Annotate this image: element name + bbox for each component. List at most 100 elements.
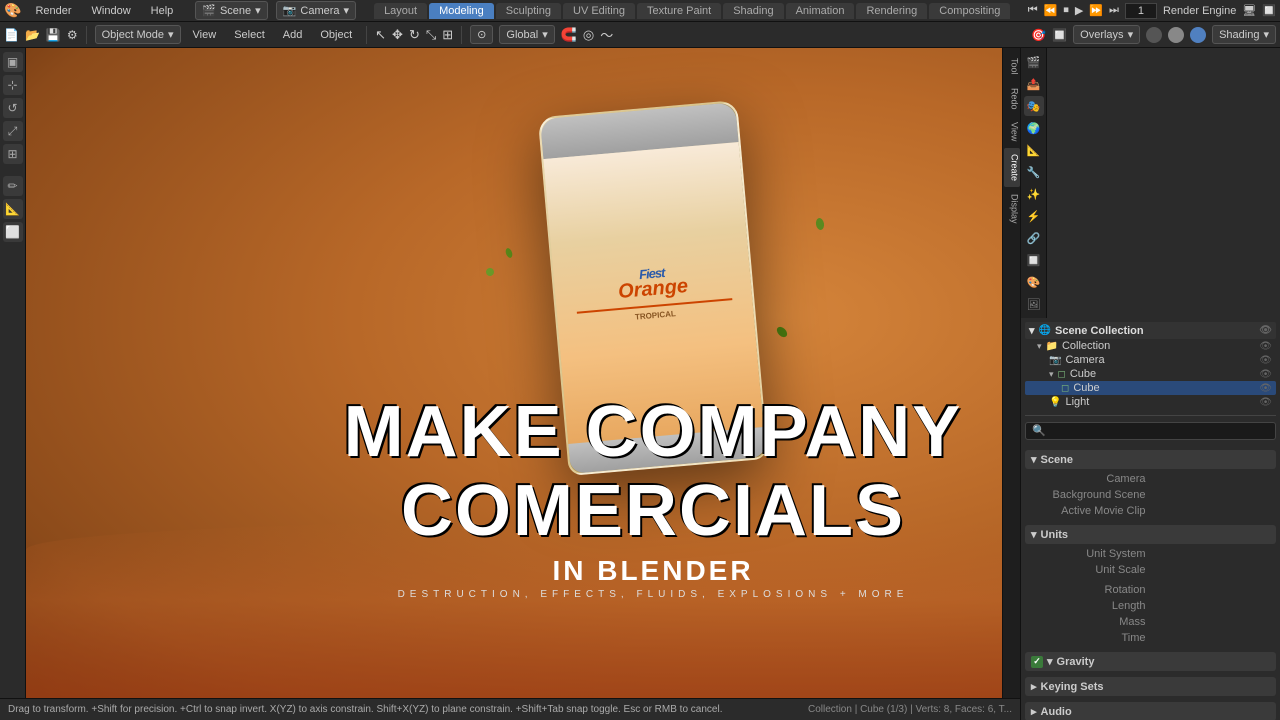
- tab-compositing[interactable]: Compositing: [929, 3, 1010, 19]
- scale-tool[interactable]: ⤢: [3, 121, 23, 141]
- menu-select[interactable]: Select: [228, 27, 271, 43]
- overlay-icon[interactable]: 🔲: [1052, 28, 1067, 42]
- collection-item[interactable]: ▾ 📁 Collection 👁: [1025, 339, 1276, 353]
- scene-selector[interactable]: 🎬 Scene ▾: [195, 1, 267, 20]
- gizmo-icon[interactable]: 🎯: [1031, 28, 1046, 42]
- viewport-render-material[interactable]: [1168, 27, 1184, 43]
- length-label: Length: [1033, 600, 1152, 612]
- move-tool-icon[interactable]: ✥: [392, 27, 403, 43]
- scene-collection-eye[interactable]: 👁: [1259, 325, 1272, 336]
- separator-1: [86, 26, 87, 44]
- cube-child-item[interactable]: ◻ Cube 👁: [1025, 381, 1276, 395]
- constraint-props-icon[interactable]: 🔗: [1024, 228, 1044, 248]
- output-props-icon[interactable]: 📤: [1024, 74, 1044, 94]
- move-tool[interactable]: ⊹: [3, 75, 23, 95]
- light-tree-eye[interactable]: 👁: [1259, 397, 1272, 408]
- tab-display[interactable]: Display: [1004, 188, 1020, 230]
- new-file-icon[interactable]: 📄: [4, 28, 19, 42]
- jump-end-btn[interactable]: ⏭: [1109, 4, 1119, 17]
- collection-eye[interactable]: 👁: [1259, 341, 1272, 352]
- material-props-icon[interactable]: 🎨: [1024, 272, 1044, 292]
- modifier-props-icon[interactable]: 🔧: [1024, 162, 1044, 182]
- scene-collection-header[interactable]: ▾ 🌐 Scene Collection 👁: [1025, 322, 1276, 339]
- units-section-header[interactable]: ▾ Units: [1025, 525, 1276, 544]
- camera-tree-eye[interactable]: 👁: [1259, 355, 1272, 366]
- pivot-selector[interactable]: ⊙: [470, 25, 493, 44]
- tab-uv-editing[interactable]: UV Editing: [563, 3, 635, 19]
- transform-tool[interactable]: ⊞: [3, 144, 23, 164]
- texture-props-icon[interactable]: 🖼: [1024, 294, 1044, 314]
- overlays-selector[interactable]: Overlays ▾: [1073, 25, 1140, 44]
- tab-shading[interactable]: Shading: [723, 3, 783, 19]
- world-props-icon[interactable]: 🌍: [1024, 118, 1044, 138]
- viewport-render-solid[interactable]: [1146, 27, 1162, 43]
- right-panel-content: ▾ 🌐 Scene Collection 👁 ▾ 📁 Collection 👁 …: [1021, 318, 1280, 720]
- tab-create[interactable]: Create: [1004, 148, 1020, 187]
- viewport-render-rendered[interactable]: [1190, 27, 1206, 43]
- prev-keyframe-btn[interactable]: ⏪: [1044, 4, 1058, 17]
- camera-selector[interactable]: 📷 Camera ▾: [276, 1, 356, 20]
- tab-texture-paint[interactable]: Texture Paint: [637, 3, 721, 19]
- time-label: Time: [1033, 632, 1152, 644]
- collection-label: Collection: [1062, 340, 1110, 352]
- settings-icon[interactable]: ⚙: [67, 28, 78, 42]
- measure-tool[interactable]: 📐: [3, 199, 23, 219]
- camera-tree-item[interactable]: 📷 Camera 👁: [1025, 353, 1276, 367]
- scale-tool-icon[interactable]: ⤡: [426, 27, 436, 43]
- next-keyframe-btn[interactable]: ⏩: [1089, 4, 1103, 17]
- gravity-header[interactable]: ✓ ▾ Gravity: [1025, 652, 1276, 671]
- light-tree-item[interactable]: 💡 Light 👁: [1025, 395, 1276, 409]
- tab-animation[interactable]: Animation: [786, 3, 855, 19]
- stop-btn[interactable]: ⏹: [1063, 4, 1069, 17]
- tab-view[interactable]: View: [1004, 116, 1020, 147]
- tab-sculpting[interactable]: Sculpting: [496, 3, 561, 19]
- orientation-selector[interactable]: Global ▾: [499, 25, 554, 44]
- curve-icon[interactable]: 〜: [600, 25, 613, 44]
- rotate-tool-icon[interactable]: ↻: [409, 27, 420, 43]
- main-area: ▣ ⊹ ↺ ⤢ ⊞ ✏ 📐 ⬜: [0, 48, 1280, 720]
- render-props-icon[interactable]: 🎬: [1024, 52, 1044, 72]
- annotate-tool[interactable]: ✏: [3, 176, 23, 196]
- menu-object[interactable]: Object: [314, 27, 358, 43]
- particles-props-icon[interactable]: ✨: [1024, 184, 1044, 204]
- frame-input[interactable]: [1125, 3, 1157, 19]
- data-props-icon[interactable]: 🔲: [1024, 250, 1044, 270]
- cube-child-eye[interactable]: 👁: [1259, 383, 1272, 394]
- rotate-tool[interactable]: ↺: [3, 98, 23, 118]
- open-file-icon[interactable]: 📂: [25, 28, 40, 42]
- mode-selector[interactable]: Object Mode ▾: [95, 25, 181, 44]
- select-box-tool[interactable]: ▣: [3, 52, 23, 72]
- tab-rendering[interactable]: Rendering: [856, 3, 927, 19]
- save-icon[interactable]: 💾: [46, 28, 61, 42]
- shading-selector[interactable]: Shading ▾: [1212, 25, 1276, 44]
- tab-tool[interactable]: Tool: [1004, 52, 1020, 81]
- physics-props-icon[interactable]: ⚡: [1024, 206, 1044, 226]
- menu-add[interactable]: Add: [277, 27, 309, 43]
- scene-section-header[interactable]: ▾ Scene: [1025, 450, 1276, 469]
- tab-redo[interactable]: Redo: [1004, 82, 1020, 116]
- play-btn[interactable]: ▶: [1075, 4, 1083, 17]
- gravity-checkbox[interactable]: ✓: [1031, 656, 1043, 668]
- menu-render[interactable]: Render: [29, 3, 77, 19]
- menu-help[interactable]: Help: [145, 3, 180, 19]
- cube-parent-item[interactable]: ▾ ◻ Cube 👁: [1025, 367, 1276, 381]
- transform-tool-icon[interactable]: ⊞: [442, 27, 453, 43]
- cube-parent-eye[interactable]: 👁: [1259, 369, 1272, 380]
- tab-modeling[interactable]: Modeling: [429, 3, 494, 19]
- menu-view[interactable]: View: [187, 27, 223, 43]
- proportional-icon[interactable]: ◎: [583, 27, 594, 43]
- properties-search[interactable]: [1025, 422, 1276, 440]
- keying-sets-header[interactable]: ▸ Keying Sets: [1025, 677, 1276, 696]
- jump-start-btn[interactable]: ⏮: [1028, 4, 1038, 17]
- add-cube-tool[interactable]: ⬜: [3, 222, 23, 242]
- select-tool-icon[interactable]: ↖: [375, 27, 386, 43]
- snap-icon[interactable]: 🧲: [561, 27, 577, 43]
- menu-window[interactable]: Window: [86, 3, 137, 19]
- tab-layout[interactable]: Layout: [374, 3, 427, 19]
- unit-system-label: Unit System: [1033, 548, 1152, 560]
- object-props-icon[interactable]: 📐: [1024, 140, 1044, 160]
- overlays-chevron: ▾: [1128, 28, 1134, 41]
- audio-header[interactable]: ▸ Audio: [1025, 702, 1276, 720]
- scene-props-icon[interactable]: 🎭: [1024, 96, 1044, 116]
- mass-label: Mass: [1033, 616, 1152, 628]
